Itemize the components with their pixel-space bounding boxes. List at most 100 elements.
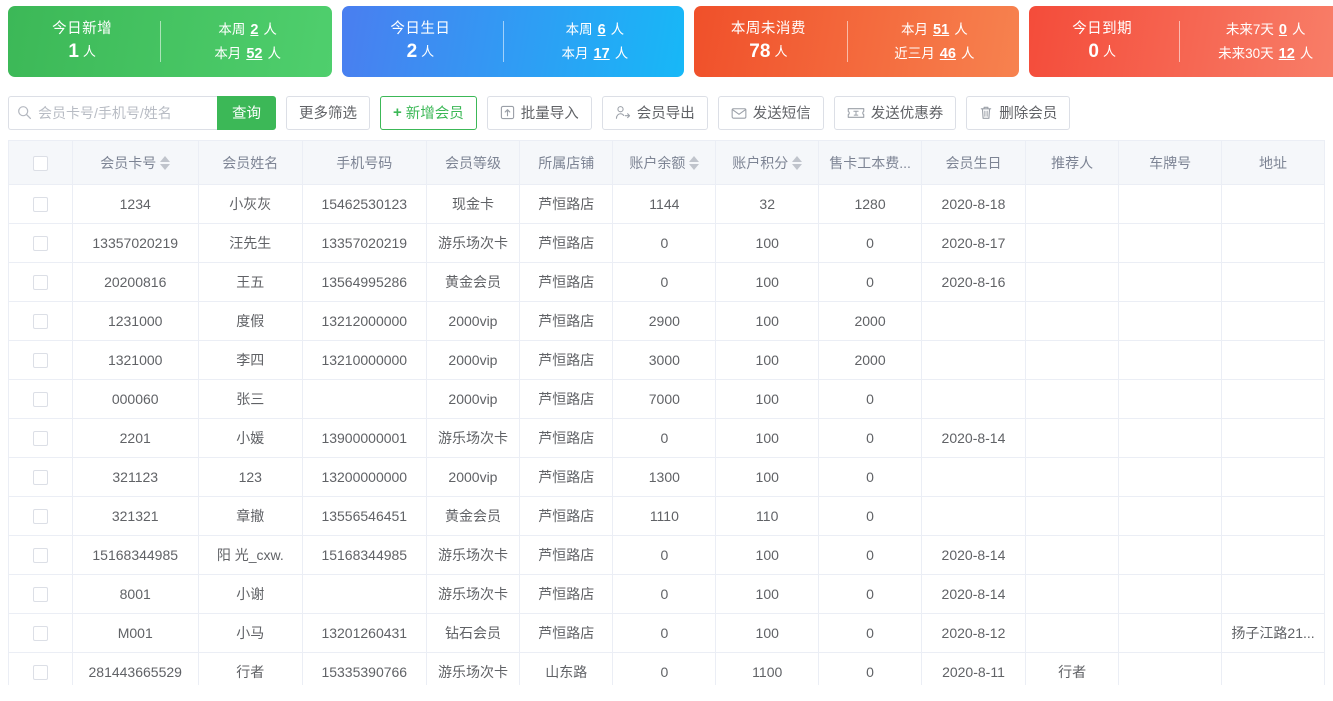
cell-card-no[interactable]: 000060 — [72, 379, 199, 419]
table-row[interactable]: 2201 小媛 13900000001 游乐场次卡 芦恒路店 0 100 0 2020-8-14 — [8, 418, 1325, 458]
sort-desc-icon[interactable] — [792, 163, 803, 170]
cell-card-no[interactable]: 1234 — [72, 184, 199, 224]
cell-card-no[interactable]: 321123 — [72, 457, 199, 497]
stat-card-expiring-today[interactable]: 今日到期 0人 未来7天 0 人 未来30天 12 人 — [1029, 6, 1333, 77]
sort-arrows-balance[interactable] — [689, 155, 700, 170]
search-button[interactable]: 查询 — [216, 95, 276, 130]
table-row[interactable]: 13357020219 汪先生 13357020219 游乐场次卡 芦恒路店 0 100 0 2… — [8, 223, 1325, 263]
sort-arrows-card-no[interactable] — [160, 155, 171, 170]
column-header-balance[interactable]: 账户余额 — [612, 140, 717, 185]
row-select-cell — [8, 496, 73, 536]
cell-birthday: 2020-8-16 — [921, 262, 1026, 302]
member-export-button[interactable]: 会员导出 — [601, 95, 708, 130]
cell-card-no[interactable]: 281443665529 — [72, 652, 199, 685]
stat-card-subrow-unit: 人 — [263, 21, 277, 37]
stat-card-new-today[interactable]: 今日新增 1人 本周 2 人 本月 52 人 — [8, 6, 332, 77]
cell-points: 110 — [715, 496, 820, 536]
row-checkbox[interactable] — [32, 236, 48, 252]
column-header-referrer[interactable]: 推荐人 — [1025, 140, 1120, 185]
cell-card-no[interactable]: 8001 — [72, 574, 199, 614]
table-row[interactable]: 1231000 度假 13212000000 2000vip 芦恒路店 2900 100 20… — [8, 301, 1325, 341]
cell-name: 小灰灰 — [198, 184, 303, 224]
cell-card-fee: 0 — [818, 418, 922, 458]
table-row[interactable]: 1234 小灰灰 15462530123 现金卡 芦恒路店 1144 32 1280 2020-… — [8, 184, 1325, 224]
sort-asc-icon[interactable] — [160, 155, 171, 162]
column-header-card-no[interactable]: 会员卡号 — [72, 140, 199, 185]
table-row[interactable]: 1321000 李四 13210000000 2000vip 芦恒路店 3000 100 20… — [8, 340, 1325, 380]
cell-card-no[interactable]: 1231000 — [72, 301, 199, 341]
table-row[interactable]: 281443665529 行者 15335390766 游乐场次卡 山东路 0 1100 0 2… — [8, 652, 1325, 685]
cell-shop: 芦恒路店 — [519, 496, 614, 536]
more-filters-button[interactable]: 更多筛选 — [286, 95, 370, 130]
table-row[interactable]: 15168344985 阳 光_cxw. 15168344985 游乐场次卡 芦恒路店 0… — [8, 535, 1325, 575]
table-row[interactable]: 321321 章撤 13556546451 黄金会员 芦恒路店 1110 110 0 — [8, 496, 1325, 536]
search-input[interactable] — [38, 104, 209, 121]
cell-referrer — [1025, 301, 1120, 341]
stat-card-subrow-value: 12 — [1278, 45, 1295, 62]
stat-card-left: 本周未消费 78 人 — [694, 20, 847, 63]
row-checkbox[interactable] — [32, 275, 48, 291]
sort-arrows-points[interactable] — [792, 155, 803, 170]
cell-card-no[interactable]: M001 — [72, 613, 199, 653]
column-header-shop[interactable]: 所属店铺 — [519, 140, 614, 185]
batch-import-button[interactable]: 批量导入 — [486, 95, 592, 130]
table-row[interactable]: 321123 123 13200000000 2000vip 芦恒路店 1300 100 0 — [8, 457, 1325, 497]
row-checkbox[interactable] — [32, 314, 48, 330]
column-header-points[interactable]: 账户积分 — [715, 140, 820, 185]
cell-referrer — [1025, 223, 1120, 263]
column-header-plate[interactable]: 车牌号 — [1118, 140, 1223, 185]
row-checkbox[interactable] — [32, 470, 48, 486]
cell-card-no[interactable]: 15168344985 — [72, 535, 199, 575]
send-coupon-button[interactable]: 发送优惠券 — [833, 95, 957, 130]
stats-row: 今日新增 1人 本周 2 人 本月 52 人 今日生日 2人 本周 6 人 本月… — [0, 0, 1333, 84]
row-checkbox[interactable] — [32, 626, 48, 642]
send-coupon-label: 发送优惠券 — [870, 106, 944, 122]
search-box[interactable] — [8, 95, 217, 130]
send-sms-button[interactable]: 发送短信 — [717, 95, 824, 130]
stat-card-subrow-unit: 人 — [1291, 21, 1306, 37]
column-header-card-fee[interactable]: 售卡工本费... — [818, 140, 922, 185]
row-checkbox[interactable] — [32, 431, 48, 447]
table-row[interactable]: 000060 张三 2000vip 芦恒路店 7000 100 0 — [8, 379, 1325, 419]
table-row[interactable]: 20200816 王五 13564995286 黄金会员 芦恒路店 0 100 0 2020-8… — [8, 262, 1325, 302]
cell-points: 100 — [715, 340, 820, 380]
column-header-level[interactable]: 会员等级 — [426, 140, 521, 185]
table-row[interactable]: M001 小马 13201260431 钻石会员 芦恒路店 0 100 0 2020-8-12 扬… — [8, 613, 1325, 653]
delete-member-button[interactable]: 删除会员 — [966, 95, 1071, 130]
column-header-address[interactable]: 地址 — [1221, 140, 1325, 185]
cell-card-no[interactable]: 321321 — [72, 496, 199, 536]
cell-card-no[interactable]: 2201 — [72, 418, 199, 458]
column-header-birthday[interactable]: 会员生日 — [921, 140, 1026, 185]
sort-desc-icon[interactable] — [160, 163, 171, 170]
cell-card-no[interactable]: 13357020219 — [72, 223, 199, 263]
stat-card-subrow: 本周 2 人 — [163, 18, 332, 42]
row-checkbox[interactable] — [32, 353, 48, 369]
row-checkbox[interactable] — [32, 665, 48, 681]
stat-card-no-consumption-week[interactable]: 本周未消费 78 人 本月 51 人 近三月 46 人 — [694, 6, 1019, 77]
column-header-phone[interactable]: 手机号码 — [302, 140, 427, 185]
row-select-cell — [8, 184, 73, 224]
row-checkbox[interactable] — [32, 548, 48, 564]
column-header-name[interactable]: 会员姓名 — [198, 140, 303, 185]
stat-card-main: 1人 — [8, 41, 156, 63]
add-member-button[interactable]: + 新增会员 — [380, 95, 477, 130]
cell-card-no[interactable]: 20200816 — [72, 262, 199, 302]
sort-desc-icon[interactable] — [689, 163, 700, 170]
stat-card-birthday-today[interactable]: 今日生日 2人 本周 6 人 本月 17 人 — [342, 6, 684, 77]
row-checkbox[interactable] — [32, 587, 48, 603]
cell-card-no[interactable]: 1321000 — [72, 340, 199, 380]
cell-phone: 13210000000 — [302, 340, 427, 380]
toolbar: 查询 更多筛选 + 新增会员 批量导入 会员导出 发送短信 发送优惠券 — [0, 84, 1333, 140]
stat-card-subrow-unit: 人 — [1299, 45, 1314, 61]
cell-name: 李四 — [198, 340, 303, 380]
sort-asc-icon[interactable] — [792, 155, 803, 162]
cell-phone: 13212000000 — [302, 301, 427, 341]
select-all-checkbox[interactable] — [32, 155, 48, 171]
table-row[interactable]: 8001 小谢 游乐场次卡 芦恒路店 0 100 0 2020-8-14 — [8, 574, 1325, 614]
stat-card-subrow-unit: 人 — [610, 21, 625, 37]
row-checkbox[interactable] — [32, 197, 48, 213]
row-checkbox[interactable] — [32, 392, 48, 408]
delete-member-label: 删除会员 — [999, 106, 1058, 122]
sort-asc-icon[interactable] — [689, 155, 700, 162]
row-checkbox[interactable] — [32, 509, 48, 525]
